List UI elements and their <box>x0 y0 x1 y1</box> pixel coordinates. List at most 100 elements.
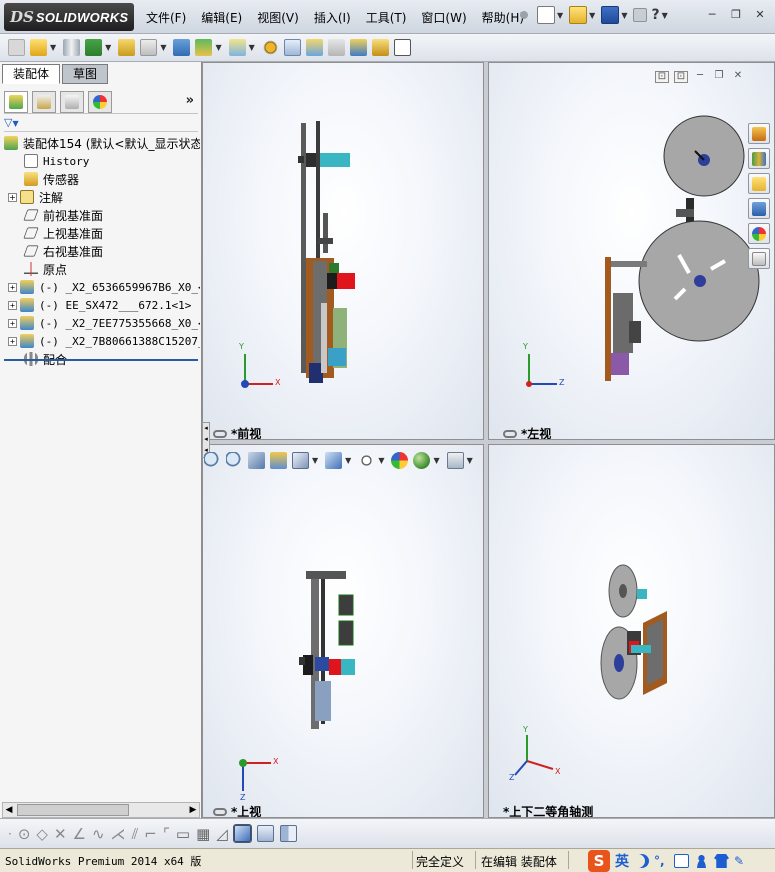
property-manager-tab[interactable] <box>32 90 56 113</box>
bill-of-materials-icon[interactable] <box>283 39 301 56</box>
trim-icon[interactable]: ⋌ <box>111 825 126 843</box>
tile-horizontal-icon[interactable]: ⊡ <box>655 71 669 83</box>
viewport-minimize-icon[interactable]: ─ <box>693 71 707 83</box>
exploded-view-icon[interactable] <box>305 39 323 56</box>
view-palette-tab[interactable] <box>748 198 770 219</box>
tree-item-component-3[interactable]: + (-) _X2_7EE775355668_X0_<1 <box>0 314 200 332</box>
appearances-tab[interactable] <box>748 223 770 244</box>
linear-pattern-icon[interactable] <box>85 39 103 56</box>
tile-vertical-icon[interactable]: ⊡ <box>674 71 688 83</box>
dashed-corner-icon[interactable]: ⌜ <box>163 825 170 843</box>
expand-toggle[interactable]: + <box>8 336 17 346</box>
menu-view[interactable]: 视图(V) <box>257 9 299 26</box>
solidworks-logo[interactable]: DS SOLIDWORKS <box>4 3 134 31</box>
design-library-tab[interactable] <box>748 148 770 169</box>
expand-toggle[interactable]: + <box>8 318 17 328</box>
viewport-front[interactable]: Y X *前视 <box>202 62 484 440</box>
tree-item-right-plane[interactable]: 右视基准面 <box>0 242 200 260</box>
save-icon[interactable] <box>601 6 620 24</box>
zoom-to-fit-icon[interactable] <box>204 451 221 469</box>
menu-insert[interactable]: 插入(I) <box>314 9 351 26</box>
point-icon[interactable]: · <box>8 827 12 841</box>
options-icon[interactable] <box>633 8 648 22</box>
zoom-to-area-icon[interactable] <box>226 451 243 469</box>
measure-angle-icon[interactable]: ◿ <box>216 825 228 843</box>
view-orientation-icon[interactable] <box>292 451 309 469</box>
polygon-icon[interactable]: ◇ <box>36 825 48 843</box>
viewport-left[interactable]: ⊡ ⊡ ─ ❐ ✕ Y Z *左视 <box>488 62 775 440</box>
link-views-icon[interactable] <box>213 429 227 438</box>
edit-appearance-icon[interactable] <box>391 451 409 469</box>
move-component-icon[interactable] <box>140 39 158 56</box>
tree-horizontal-scrollbar[interactable]: ◀ ▶ <box>2 802 200 818</box>
mate-icon[interactable] <box>63 39 81 56</box>
display-style-icon[interactable] <box>325 451 343 469</box>
more-tabs-icon[interactable]: » <box>186 93 194 108</box>
expand-toggle[interactable]: + <box>8 300 17 310</box>
edit-component-icon[interactable] <box>8 39 25 56</box>
assembly-features-icon[interactable] <box>195 39 213 56</box>
expand-toggle[interactable]: + <box>8 192 17 202</box>
keyboard-icon[interactable] <box>674 854 689 868</box>
explode-line-sketch-icon[interactable] <box>327 39 345 56</box>
tree-filter[interactable]: ▽▼ <box>4 116 198 132</box>
tree-item-sensors[interactable]: 传感器 <box>0 170 200 188</box>
rollback-bar[interactable] <box>4 359 198 361</box>
scroll-left-icon[interactable]: ◀ <box>3 803 15 817</box>
solidworks-resources-tab[interactable] <box>748 123 770 144</box>
restore-icon[interactable]: ❐ <box>728 8 744 22</box>
single-view-icon[interactable] <box>256 825 274 842</box>
configuration-manager-tab[interactable] <box>60 90 84 113</box>
custom-properties-tab[interactable] <box>748 248 770 269</box>
tree-item-history[interactable]: History <box>0 152 200 170</box>
tab-sketch[interactable]: 草图 <box>62 64 109 84</box>
menu-edit[interactable]: 编辑(E) <box>201 9 242 26</box>
hide-show-items-icon[interactable] <box>358 451 376 469</box>
punctuation-icon[interactable]: °, <box>654 854 669 868</box>
angle-line-icon[interactable]: ∠ <box>73 825 86 843</box>
viewport-close-icon[interactable]: ✕ <box>731 71 745 83</box>
show-hidden-icon[interactable] <box>173 39 191 56</box>
shaded-view-icon[interactable] <box>232 824 252 843</box>
viewport-restore-icon[interactable]: ❐ <box>712 71 726 83</box>
close-icon[interactable]: ✕ <box>752 8 768 22</box>
save-dropdown-icon[interactable]: ▼ <box>621 11 627 20</box>
section-view-icon[interactable] <box>270 451 287 469</box>
spline-icon[interactable]: ∿ <box>92 825 105 843</box>
instant3d-icon[interactable] <box>393 39 411 56</box>
pin-icon[interactable] <box>515 6 533 24</box>
menu-file[interactable]: 文件(F) <box>146 9 186 26</box>
menu-window[interactable]: 窗口(W) <box>421 9 466 26</box>
feature-manager-tab[interactable] <box>4 90 28 113</box>
scrollbar-thumb[interactable] <box>17 804 129 816</box>
scroll-right-icon[interactable]: ▶ <box>187 803 199 817</box>
apply-scene-icon[interactable] <box>413 451 431 469</box>
minimize-icon[interactable]: ─ <box>704 8 720 22</box>
new-dropdown-icon[interactable]: ▼ <box>557 11 563 20</box>
tree-item-origin[interactable]: 原点 <box>0 260 200 278</box>
clearance-verification-icon[interactable] <box>371 39 389 56</box>
interference-detection-icon[interactable] <box>349 39 367 56</box>
tree-item-component-4[interactable]: + (-) _X2_7B80661388C15207_X <box>0 332 200 350</box>
viewport-splitter-horizontal[interactable] <box>202 440 775 444</box>
open-dropdown-icon[interactable]: ▼ <box>589 11 595 20</box>
intersection-icon[interactable]: ✕ <box>54 825 67 843</box>
view-settings-icon[interactable] <box>446 451 464 469</box>
tools-wrench-icon[interactable]: ✎ <box>734 854 749 868</box>
sogou-logo-icon[interactable]: S <box>588 850 610 872</box>
link-views-icon[interactable] <box>213 807 227 816</box>
circle-center-icon[interactable]: ⊙ <box>18 825 31 843</box>
ime-language-toggle[interactable]: 英 <box>615 851 629 871</box>
tree-item-annotations[interactable]: + 注解 <box>0 188 200 206</box>
viewport-isometric[interactable]: Y X Z *上下二等角轴测 <box>488 444 775 818</box>
insert-component-icon[interactable] <box>30 39 47 56</box>
tree-item-component-2[interactable]: + (-) EE_SX472___672.1<1> (默 <box>0 296 200 314</box>
file-explorer-tab[interactable] <box>748 173 770 194</box>
help-icon[interactable]: ? <box>651 7 659 23</box>
new-document-icon[interactable] <box>537 6 555 24</box>
filter-dropdown-icon[interactable]: ▼ <box>12 119 18 128</box>
menu-tools[interactable]: 工具(T) <box>366 9 407 26</box>
offset-icon[interactable]: ⫽ <box>132 825 139 843</box>
viewport-top[interactable]: X Z *上视 <box>202 444 484 818</box>
help-dropdown-icon[interactable]: ▼ <box>662 11 668 20</box>
